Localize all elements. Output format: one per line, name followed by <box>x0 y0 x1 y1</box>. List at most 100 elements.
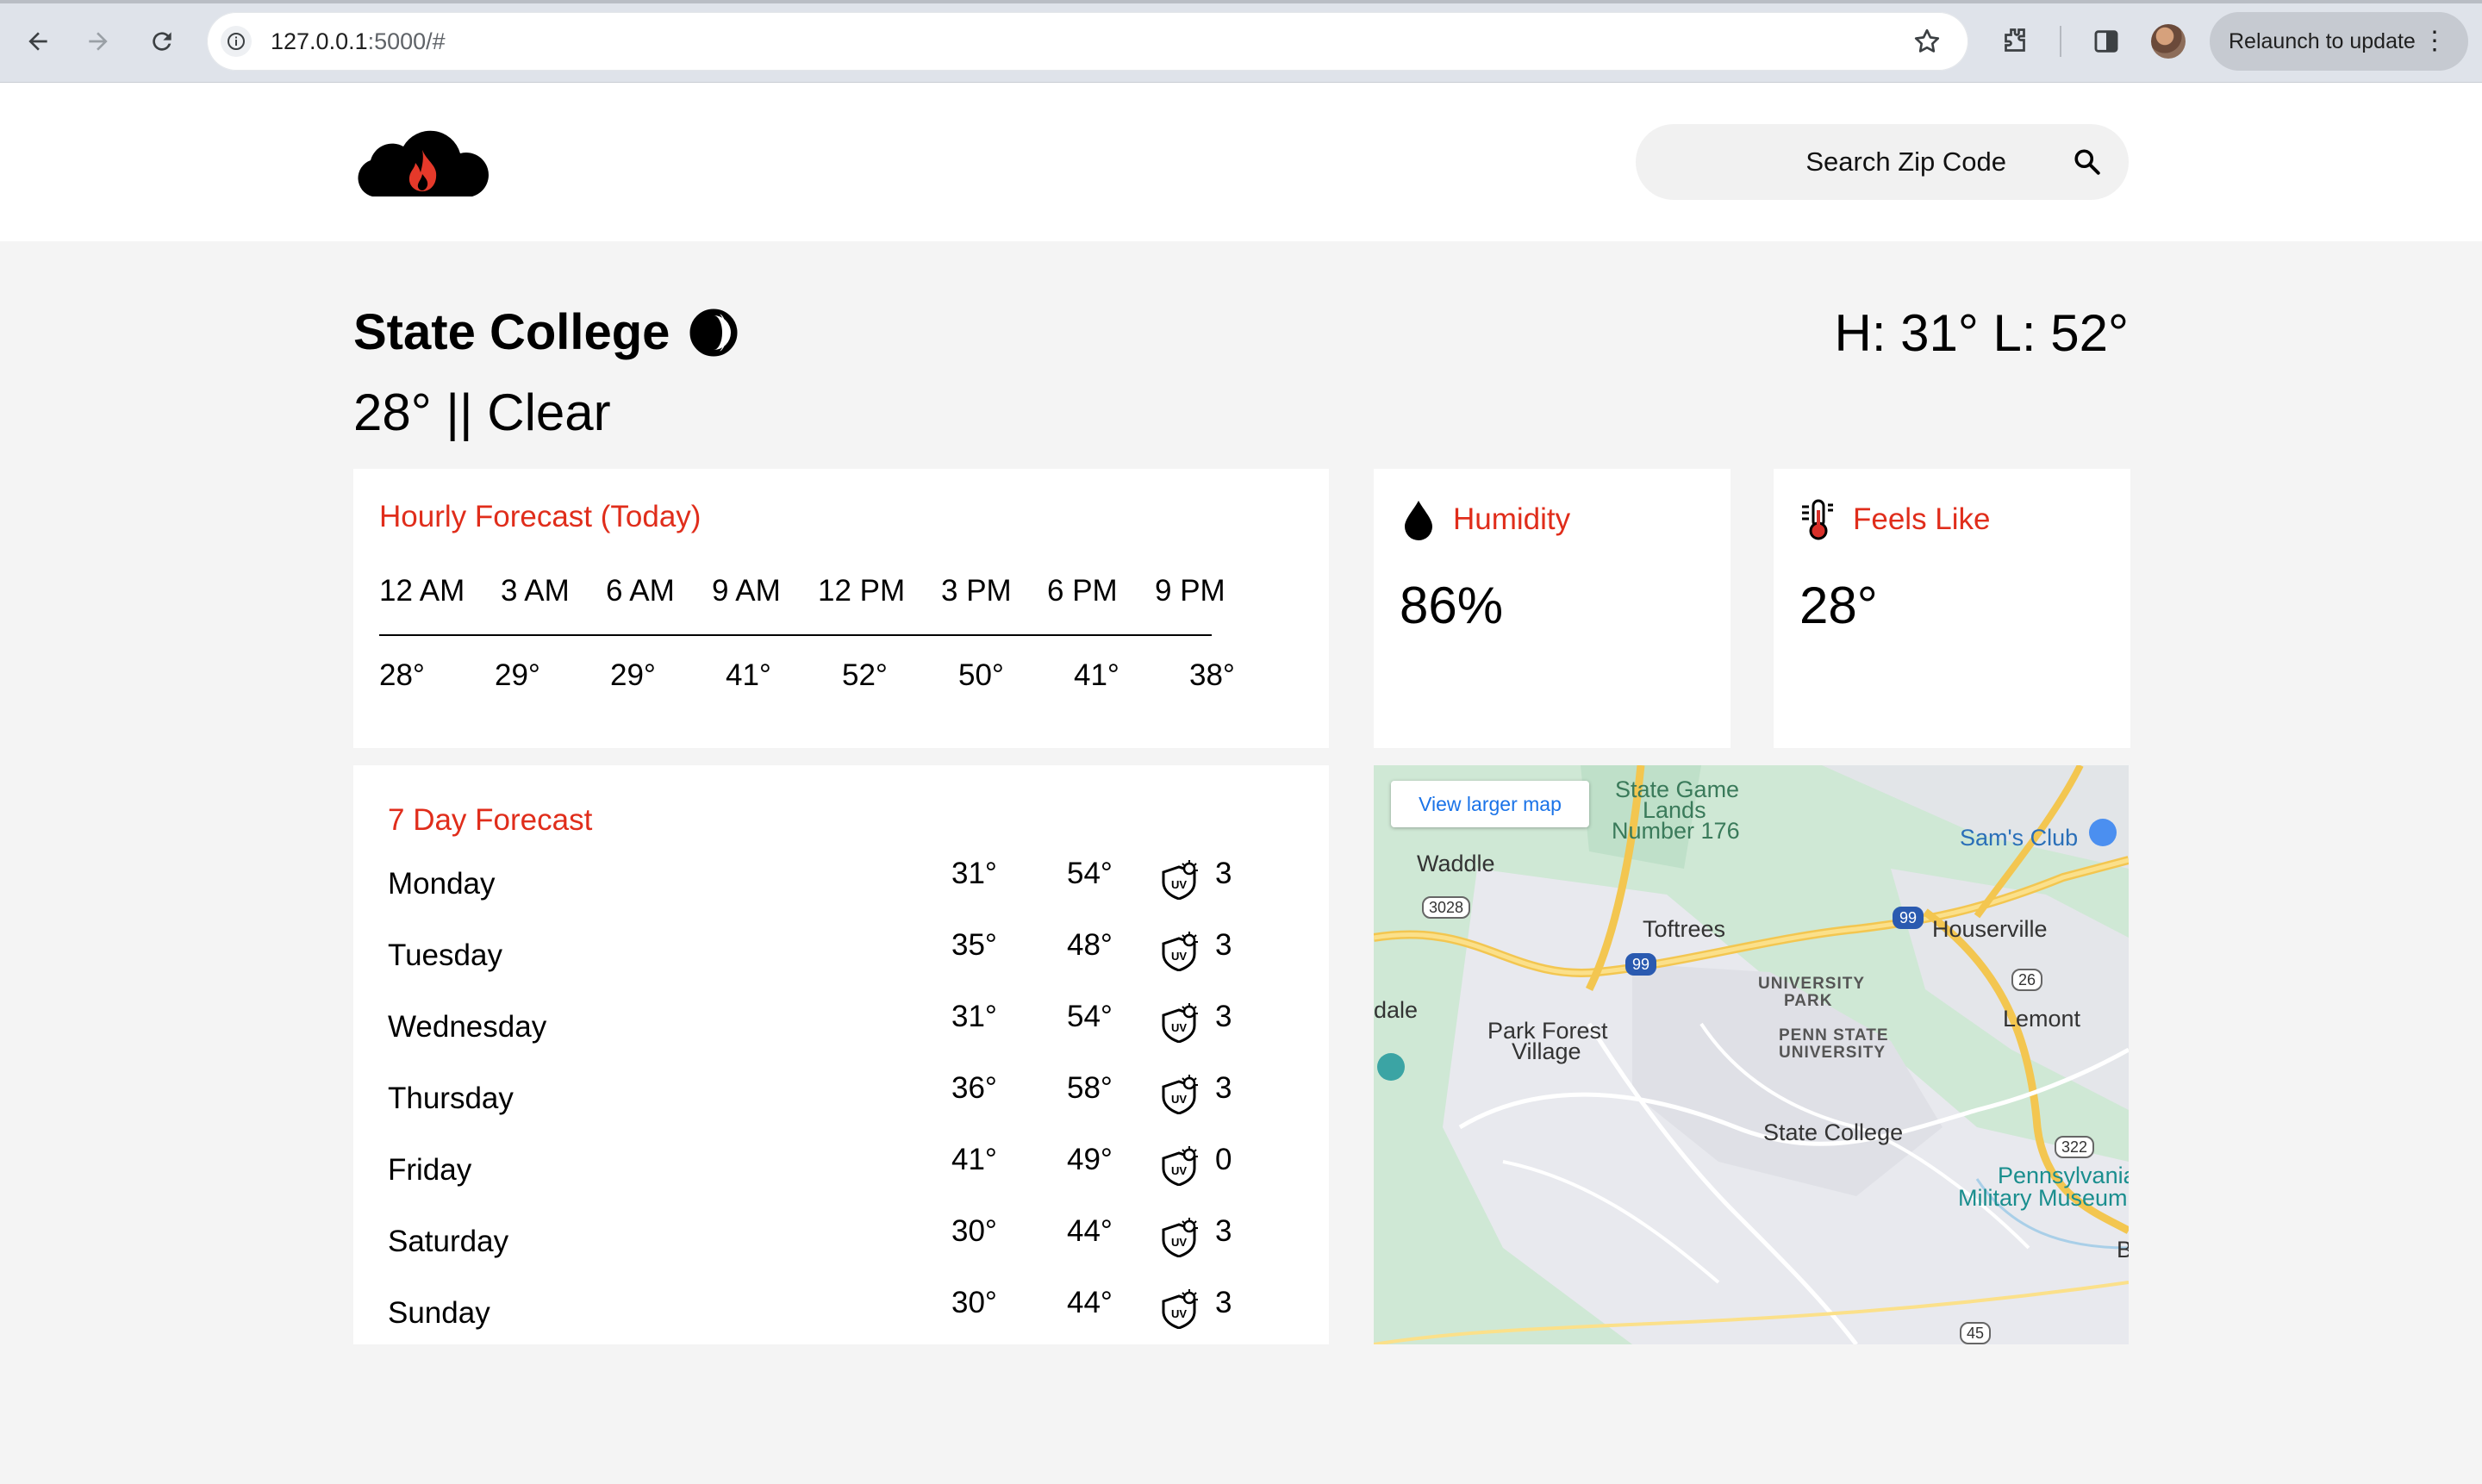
uv-index-value: 3 <box>1215 928 1232 962</box>
site-info-icon[interactable] <box>221 26 252 57</box>
hourly-times: 12 AM 3 AM 6 AM 9 AM 12 PM 3 PM 6 PM 9 P… <box>379 574 1241 608</box>
forecast-day-row: Thursday 36° 58° UV 3 <box>388 1071 1301 1123</box>
url-text: 127.0.0.1:5000/# <box>271 12 446 71</box>
route-shield: 322 <box>2055 1136 2095 1158</box>
hour-label: 6 PM <box>1047 574 1118 608</box>
day-low: 54° <box>1067 1000 1113 1033</box>
view-larger-map-link[interactable]: View larger map <box>1391 781 1589 827</box>
route-shield: 99 <box>1625 953 1657 976</box>
relaunch-label: Relaunch to update <box>2229 29 2416 53</box>
uv-index-icon: UV <box>1160 1289 1200 1330</box>
day-low: 44° <box>1067 1214 1113 1248</box>
day-high: 30° <box>951 1214 997 1248</box>
side-panel-icon[interactable] <box>2087 22 2125 60</box>
route-shield: 26 <box>2011 969 2043 991</box>
reload-button[interactable] <box>141 21 183 62</box>
back-button[interactable] <box>17 21 59 62</box>
day-name: Monday <box>388 867 496 901</box>
day-low: 44° <box>1067 1286 1113 1319</box>
more-vert-icon[interactable]: ⋮ <box>2422 12 2448 71</box>
svg-text:UV: UV <box>1171 950 1187 963</box>
hourly-forecast-card: Hourly Forecast (Today) 12 AM 3 AM 6 AM … <box>353 469 1329 748</box>
map-label: Sam's Club <box>1960 825 2079 851</box>
water-drop-icon <box>1405 501 1432 540</box>
extensions-puzzle-icon[interactable] <box>1996 22 2034 60</box>
forecast-day-row: Friday 41° 49° UV 0 <box>388 1143 1301 1194</box>
hour-label: 6 AM <box>606 574 675 608</box>
map-label: UNIVERSITY <box>1779 1044 1886 1062</box>
hour-label: 12 PM <box>818 574 906 608</box>
map-label: State College <box>1763 1119 1904 1145</box>
hour-temp: 41° <box>1074 658 1119 692</box>
map-label: dale <box>1374 997 1419 1023</box>
uv-index-value: 3 <box>1215 1286 1232 1319</box>
hour-label: 3 AM <box>501 574 570 608</box>
forward-button[interactable] <box>78 21 119 62</box>
day-high: 36° <box>951 1071 997 1105</box>
relaunch-button[interactable]: Relaunch to update ⋮ <box>2210 12 2468 71</box>
bookmark-star-icon[interactable] <box>1911 26 1943 57</box>
map-label: Houserville <box>1932 916 2048 942</box>
day-low: 54° <box>1067 857 1113 890</box>
humidity-value: 86% <box>1400 577 1504 634</box>
browser-toolbar: 127.0.0.1:5000/# Relaunch to update ⋮ <box>0 0 2482 83</box>
uv-index-value: 3 <box>1215 857 1232 890</box>
search-icon[interactable] <box>2072 147 2103 178</box>
seven-day-title: 7 Day Forecast <box>388 803 593 837</box>
route-shield: 45 <box>1960 1322 1992 1344</box>
url-host: 127.0.0.1 <box>271 28 368 54</box>
hour-temp: 38° <box>1189 658 1235 692</box>
day-high: 35° <box>951 928 997 962</box>
map-label: PENN STATE <box>1779 1026 1889 1044</box>
feels-like-card: Feels Like 28° <box>1774 469 2130 748</box>
route-shield: 3028 <box>1422 896 1471 919</box>
thermometer-icon <box>1802 499 1833 540</box>
map-label: Waddle <box>1417 851 1495 876</box>
forecast-day-row: Monday 31° 54° UV 3 <box>388 857 1301 908</box>
forecast-day-row: Sunday 30° 44° UV 3 <box>388 1286 1301 1337</box>
address-bar[interactable]: 127.0.0.1:5000/# <box>207 12 1968 71</box>
map-label: Toftrees <box>1643 916 1726 942</box>
map-label: PARK <box>1784 992 1833 1010</box>
humidity-header: Humidity <box>1400 498 1570 541</box>
uv-index-value: 3 <box>1215 1071 1232 1105</box>
day-low: 58° <box>1067 1071 1113 1105</box>
hourly-temps: 28° 29° 29° 41° 52° 50° 41° 38° <box>379 658 1327 693</box>
map-label: B <box>2117 1237 2129 1263</box>
uv-index-icon: UV <box>1160 1218 1200 1258</box>
hourly-forecast-title: Hourly Forecast (Today) <box>379 500 702 533</box>
uv-index-value: 3 <box>1215 1000 1232 1033</box>
hour-temp: 50° <box>958 658 1004 692</box>
uv-index-icon: UV <box>1160 860 1200 901</box>
profile-avatar[interactable] <box>2151 24 2186 59</box>
forecast-day-row: Wednesday 31° 54° UV 3 <box>388 1000 1301 1051</box>
svg-text:UV: UV <box>1171 1236 1187 1249</box>
svg-text:UV: UV <box>1171 1164 1187 1177</box>
humidity-title: Humidity <box>1453 502 1571 536</box>
url-path: :5000/# <box>367 28 446 54</box>
cloud-flame-logo-icon[interactable] <box>353 124 491 196</box>
search-placeholder[interactable]: Search Zip Code <box>1636 124 2006 200</box>
high-low-temps: H: 31° L: 52° <box>1834 304 2129 362</box>
hour-label: 3 PM <box>941 574 1012 608</box>
map-label: Military Museum <box>1958 1185 2128 1211</box>
svg-text:UV: UV <box>1171 1307 1187 1320</box>
uv-index-value: 0 <box>1215 1143 1232 1176</box>
day-name: Tuesday <box>388 938 502 972</box>
toolbar-separator <box>2060 26 2061 57</box>
day-high: 31° <box>951 1000 997 1033</box>
app-header: Search Zip Code <box>0 83 2482 241</box>
day-low: 49° <box>1067 1143 1113 1176</box>
map-label: Village <box>1512 1038 1581 1064</box>
uv-index-icon: UV <box>1160 932 1200 972</box>
uv-index-icon: UV <box>1160 1146 1200 1187</box>
reload-icon <box>153 32 171 51</box>
embedded-map[interactable]: View larger map Waddle State Game Lands … <box>1374 765 2129 1344</box>
city-name: State College <box>353 304 670 360</box>
hour-label: 9 AM <box>712 574 781 608</box>
seven-day-forecast-card: 7 Day Forecast Monday 31° 54° UV 3 Tuesday 35°… <box>353 765 1329 1344</box>
feels-like-header: Feels Like <box>1799 498 1991 541</box>
uv-index-value: 3 <box>1215 1214 1232 1248</box>
arrow-left-icon <box>28 32 47 51</box>
zip-search-box[interactable]: Search Zip Code <box>1636 124 2129 200</box>
